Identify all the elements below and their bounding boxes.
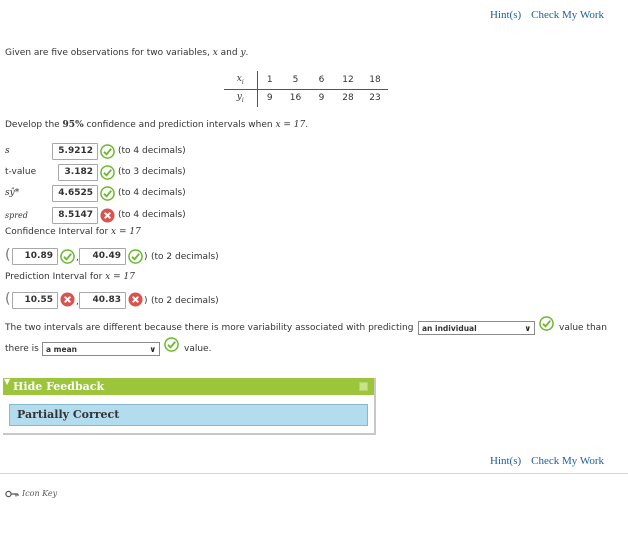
sentence-part3: there is [5, 344, 39, 354]
correct-check-icon [100, 165, 115, 180]
x-cell: 5 [292, 74, 299, 85]
correct-check-icon [128, 249, 143, 264]
y-header: yi [224, 89, 258, 107]
confidence-interval-label: Confidence Interval for x = 17 [5, 227, 141, 237]
comparison-select-value: a mean [46, 344, 77, 354]
answer-label: s [5, 146, 10, 156]
expand-icon[interactable] [359, 382, 368, 391]
y-cell: 28 [342, 93, 354, 104]
intro-and: and [217, 48, 241, 58]
ci-label-text: Confidence Interval for [5, 227, 112, 237]
y-cell: 9 [266, 93, 273, 104]
develop-end: . [305, 120, 309, 130]
pi-high-input[interactable]: 40.83 [79, 292, 126, 309]
key-icon [5, 490, 19, 497]
pi-low-input[interactable]: 10.55 [12, 292, 58, 309]
chevron-down-icon: ∨ [524, 323, 532, 333]
triangle-down-icon: ▼ [4, 376, 11, 386]
question-intro: Given are five observations for two vari… [5, 48, 248, 58]
t-value-input[interactable]: 3.182 [58, 164, 98, 181]
confidence-interval-row: ( 10.89 , 40.49 ) (to 2 decimals) [5, 247, 265, 267]
s-yhat-input[interactable]: 4.6525 [52, 185, 98, 202]
close-paren: ) [144, 252, 148, 262]
decimals-note: (to 2 decimals) [151, 252, 219, 262]
sentence-part1: The two intervals are different because … [5, 323, 414, 333]
feedback-panel: ▼ Hide Feedback Partially Correct [3, 376, 376, 435]
answer-label: t-value [5, 167, 37, 177]
answer-label: spred [5, 211, 28, 220]
decimals-note: (to 2 decimals) [151, 296, 219, 306]
answer-label: sŷ* [5, 188, 20, 198]
footer-divider [0, 473, 628, 474]
x-cell: 1 [266, 74, 273, 85]
decimals-note: (to 4 decimals) [118, 188, 186, 198]
ci-label-x: x = 17 [111, 227, 141, 237]
close-paren: ) [144, 296, 148, 306]
predicting-select[interactable]: an individual ∨ [418, 321, 535, 335]
correct-check-icon [100, 186, 115, 201]
incorrect-x-icon [100, 208, 115, 223]
intro-end: . [245, 48, 249, 58]
correct-check-icon [100, 144, 115, 159]
intro-text: Given are five observations for two vari… [5, 48, 213, 58]
hints-link[interactable]: Hint(s) [490, 455, 521, 467]
top-links: Hint(s) Check My Work [490, 9, 604, 21]
check-my-work-link[interactable]: Check My Work [531, 9, 604, 21]
develop-x: x = 17 [275, 120, 306, 130]
y-cell: 9 [318, 93, 325, 104]
feedback-result: Partially Correct [9, 404, 368, 426]
incorrect-x-icon [128, 292, 143, 307]
x-cell: 12 [342, 74, 354, 85]
y-cell: 16 [289, 93, 302, 104]
confidence-level: 95% [62, 120, 84, 130]
develop-text: Develop the 95% confidence and predictio… [5, 120, 308, 130]
hide-feedback-label: Hide Feedback [13, 380, 105, 393]
pi-label-text: Prediction Interval for [5, 272, 106, 282]
y-cell: 23 [369, 93, 381, 104]
ci-low-input[interactable]: 10.89 [12, 248, 58, 265]
decimals-note: (to 4 decimals) [118, 210, 186, 220]
s-input[interactable]: 5.9212 [52, 143, 98, 160]
decimals-note: (to 3 decimals) [118, 167, 186, 177]
develop-prefix: Develop the [5, 120, 63, 130]
observation-table: xi 1 5 6 12 18 yi 9 16 9 28 23 [224, 71, 388, 107]
sentence-part2: value than [559, 323, 607, 333]
open-paren: ( [5, 291, 11, 307]
x-cell: 18 [369, 74, 381, 85]
x-cell: 6 [318, 74, 325, 85]
icon-key-label: Icon Key [22, 489, 58, 498]
pi-label-x: x = 17 [105, 272, 135, 282]
chevron-down-icon: ∨ [149, 344, 157, 354]
hide-feedback-toggle[interactable]: ▼ Hide Feedback [3, 376, 374, 395]
correct-check-icon [539, 316, 554, 331]
x-header: xi [224, 71, 258, 89]
bottom-links: Hint(s) Check My Work [490, 455, 604, 467]
decimals-note: (to 4 decimals) [118, 146, 186, 156]
check-my-work-link[interactable]: Check My Work [531, 455, 604, 467]
correct-check-icon [60, 249, 75, 264]
prediction-interval-label: Prediction Interval for x = 17 [5, 272, 135, 282]
correct-check-icon [164, 337, 179, 352]
incorrect-x-icon [60, 292, 75, 307]
s-pred-input[interactable]: 8.5147 [52, 207, 98, 224]
prediction-interval-row: ( 10.55 , 40.83 ) (to 2 decimals) [5, 291, 265, 311]
icon-key[interactable]: Icon Key [5, 489, 57, 498]
predicting-select-value: an individual [422, 323, 477, 333]
comparison-select[interactable]: a mean ∨ [42, 342, 160, 356]
hints-link[interactable]: Hint(s) [490, 9, 521, 21]
ci-high-input[interactable]: 40.49 [79, 248, 126, 265]
develop-mid: confidence and prediction intervals when [83, 120, 276, 130]
sentence-part4: value. [184, 344, 212, 354]
open-paren: ( [5, 247, 11, 263]
